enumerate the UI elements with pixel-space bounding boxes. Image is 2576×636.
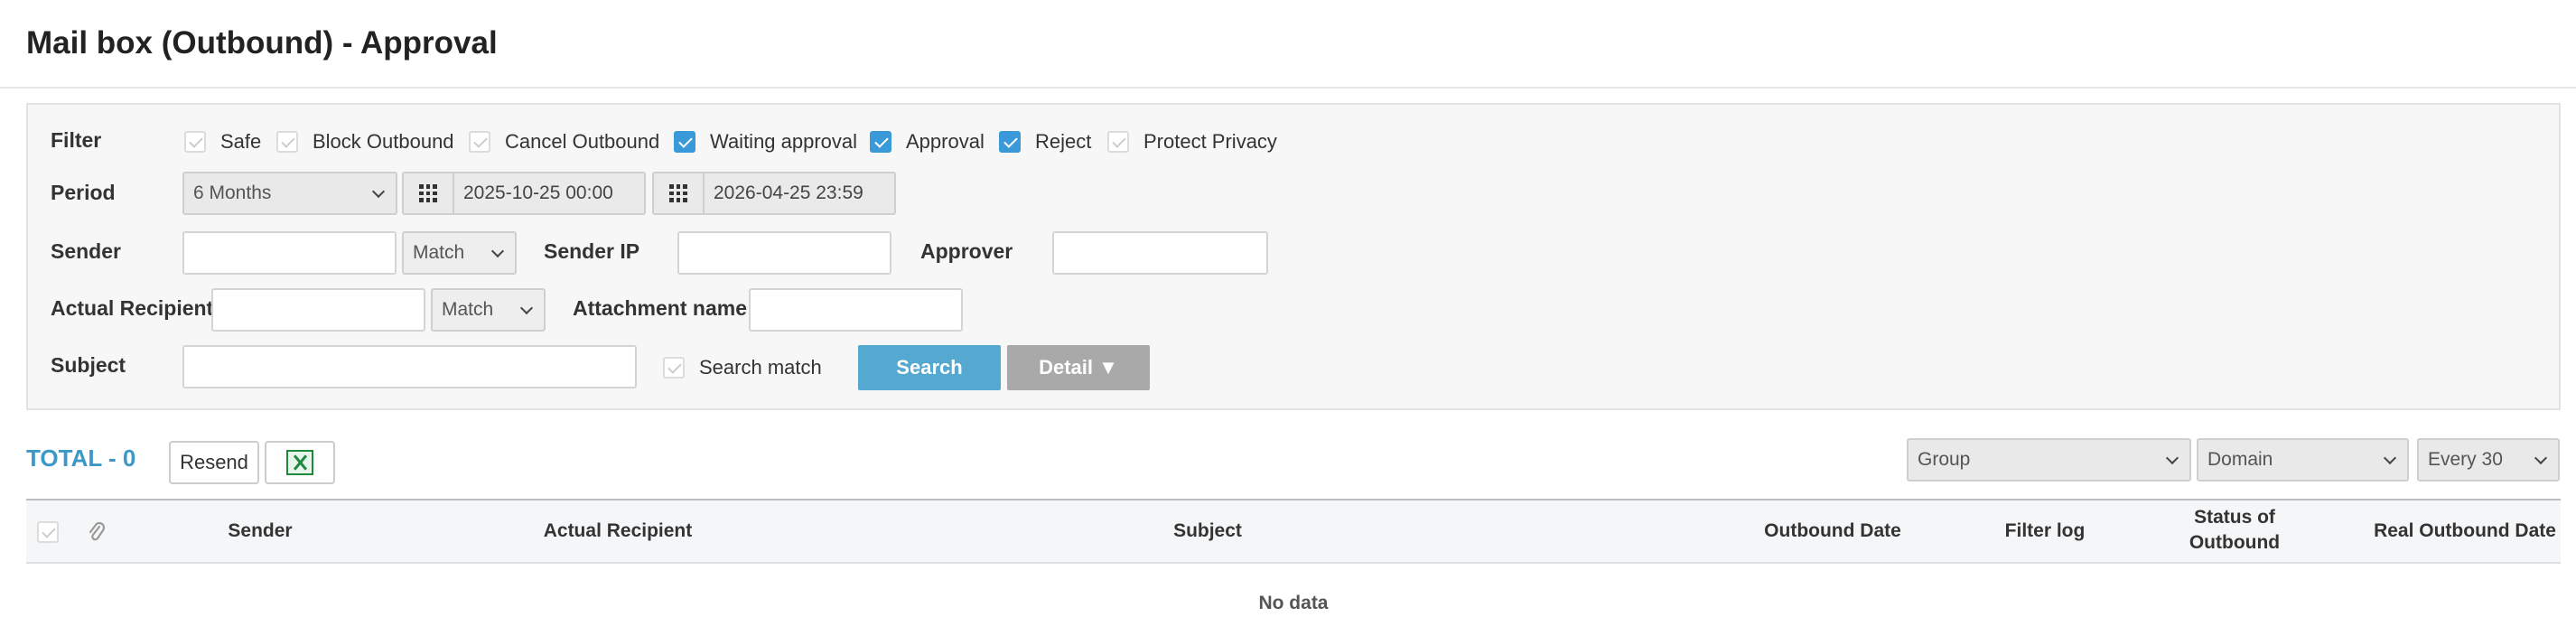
page-header: Mail box (Outbound) - Approval bbox=[0, 0, 2576, 89]
page-title: Mail box (Outbound) - Approval bbox=[26, 25, 498, 61]
checkbox-box[interactable] bbox=[276, 131, 298, 153]
grid-icon bbox=[419, 184, 437, 202]
actual-recipient-label: Actual Recipient bbox=[51, 296, 214, 320]
total-count: TOTAL - 0 bbox=[26, 444, 136, 472]
select-all-checkbox[interactable] bbox=[37, 521, 59, 543]
resend-button[interactable]: Resend bbox=[169, 441, 259, 484]
sender-label: Sender bbox=[51, 239, 121, 263]
attachment-name-input[interactable] bbox=[749, 288, 963, 332]
status-header-line2: Outbound bbox=[2189, 532, 2281, 553]
filter-protect-privacy-checkbox[interactable]: Protect Privacy bbox=[1107, 130, 1277, 154]
filter-panel: Filter Safe Block Outbound Cancel Outbou… bbox=[26, 103, 2561, 410]
checkbox-label: Block Outbound bbox=[313, 130, 454, 153]
filter-label: Filter bbox=[51, 128, 102, 152]
search-button[interactable]: Search bbox=[858, 345, 1001, 390]
column-header-real-outbound-date[interactable]: Real Outbound Date bbox=[2338, 519, 2576, 544]
sender-ip-label: Sender IP bbox=[544, 239, 640, 263]
empty-table-message: No data bbox=[1258, 593, 1329, 613]
checkbox-label: Search match bbox=[699, 356, 822, 379]
calendar-button[interactable] bbox=[404, 173, 454, 213]
checkbox-box[interactable] bbox=[469, 131, 490, 153]
filter-cancel-outbound-checkbox[interactable]: Cancel Outbound bbox=[469, 130, 659, 154]
filter-approval-checkbox[interactable]: Approval bbox=[870, 130, 985, 154]
actual-recipient-match-select[interactable]: Match bbox=[431, 288, 546, 332]
checkbox-label: Cancel Outbound bbox=[505, 130, 660, 153]
checkbox-box[interactable] bbox=[184, 131, 206, 153]
domain-select[interactable]: Domain bbox=[2197, 438, 2409, 482]
period-end-date[interactable]: 2026-04-25 23:59 bbox=[652, 172, 896, 215]
filter-safe-checkbox[interactable]: Safe bbox=[184, 130, 261, 154]
checkbox-box[interactable] bbox=[999, 131, 1021, 153]
attachment-name-label: Attachment name bbox=[573, 296, 747, 320]
column-header-sender[interactable]: Sender bbox=[201, 519, 319, 544]
subject-input[interactable] bbox=[182, 345, 637, 388]
sender-ip-input[interactable] bbox=[677, 231, 891, 275]
search-match-checkbox[interactable]: Search match bbox=[663, 356, 822, 379]
filter-block-outbound-checkbox[interactable]: Block Outbound bbox=[276, 130, 454, 154]
approver-input[interactable] bbox=[1052, 231, 1268, 275]
period-end-value: 2026-04-25 23:59 bbox=[714, 182, 863, 203]
status-header-line1: Status of bbox=[2194, 507, 2275, 528]
paperclip-icon bbox=[89, 521, 106, 541]
filter-waiting-approval-checkbox[interactable]: Waiting approval bbox=[674, 130, 857, 154]
checkbox-box[interactable] bbox=[1107, 131, 1129, 153]
checkbox-label: Protect Privacy bbox=[1143, 130, 1277, 153]
grid-icon bbox=[669, 184, 687, 202]
column-header-filter-log[interactable]: Filter log bbox=[1968, 519, 2122, 544]
sender-match-select[interactable]: Match bbox=[402, 231, 517, 275]
filter-reject-checkbox[interactable]: Reject bbox=[999, 130, 1091, 154]
column-header-actual-recipient[interactable]: Actual Recipient bbox=[496, 519, 740, 544]
period-label: Period bbox=[51, 181, 116, 204]
detail-button[interactable]: Detail ▼ bbox=[1007, 345, 1150, 390]
sender-input[interactable] bbox=[182, 231, 397, 275]
table-header: Sender Actual Recipient Subject Outbound… bbox=[26, 499, 2561, 564]
column-header-status-of-outbound[interactable]: Status of Outbound bbox=[2149, 505, 2320, 556]
calendar-button[interactable] bbox=[654, 173, 705, 213]
period-start-date[interactable]: 2025-10-25 00:00 bbox=[402, 172, 646, 215]
checkbox-box[interactable] bbox=[663, 357, 685, 379]
checkbox-label: Reject bbox=[1035, 130, 1092, 153]
checkbox-label: Waiting approval bbox=[710, 130, 858, 153]
excel-export-button[interactable] bbox=[265, 441, 335, 484]
checkbox-label: Safe bbox=[220, 130, 262, 153]
column-header-subject[interactable]: Subject bbox=[1135, 519, 1280, 544]
column-header-outbound-date[interactable]: Outbound Date bbox=[1724, 519, 1941, 544]
subject-label: Subject bbox=[51, 353, 126, 377]
per-page-select[interactable]: Every 30 bbox=[2417, 438, 2560, 482]
checkbox-label: Approval bbox=[906, 130, 985, 153]
checkbox-box[interactable] bbox=[674, 131, 695, 153]
group-select[interactable]: Group bbox=[1907, 438, 2191, 482]
excel-icon bbox=[286, 450, 313, 475]
actual-recipient-input[interactable] bbox=[211, 288, 425, 332]
approver-label: Approver bbox=[920, 239, 1013, 263]
period-range-select[interactable]: 6 Months bbox=[182, 172, 397, 215]
period-start-value: 2025-10-25 00:00 bbox=[463, 182, 613, 203]
checkbox-box[interactable] bbox=[870, 131, 891, 153]
